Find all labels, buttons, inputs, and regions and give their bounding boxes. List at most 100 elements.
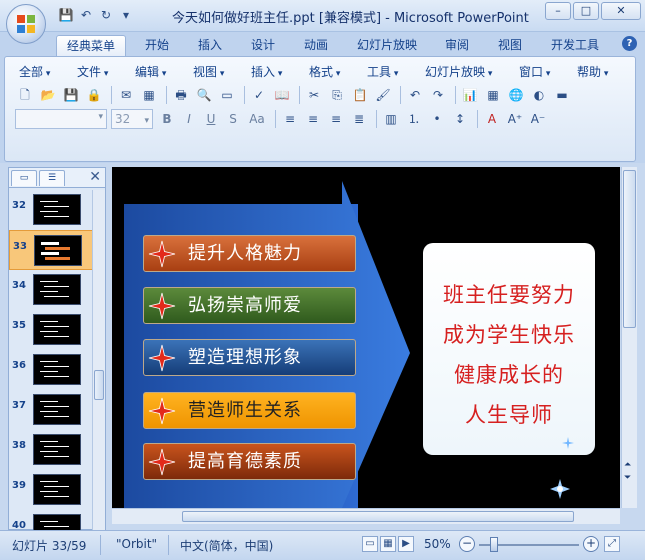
menu-all[interactable]: 全部 (19, 63, 50, 80)
maximize-button[interactable]: □ (573, 2, 599, 20)
slide-thumbnail[interactable]: 34 (9, 270, 93, 310)
tab-classic-menu[interactable]: 经典菜单 (56, 35, 126, 56)
numbering-icon[interactable]: ⒈ (404, 109, 424, 129)
normal-view-icon[interactable]: ▭ (217, 85, 237, 105)
permission-icon[interactable]: 🔒 (84, 85, 104, 105)
slide-item-5[interactable]: 提高育德素质 (143, 443, 356, 480)
decrease-font-icon[interactable]: A⁻ (528, 109, 548, 129)
line-spacing-icon[interactable]: ↕ (450, 109, 470, 129)
chart-icon[interactable]: 📊 (460, 85, 480, 105)
columns-icon[interactable]: ▥ (381, 109, 401, 129)
panel-scroll-thumb[interactable] (94, 370, 104, 400)
slides-tab-icon[interactable]: ▭ (11, 170, 37, 186)
italic-button[interactable]: I (179, 109, 199, 129)
tab-view[interactable]: 视图 (487, 35, 533, 56)
research-icon[interactable]: 📖 (272, 85, 292, 105)
help-icon[interactable]: ? (622, 36, 637, 51)
slide-item-2[interactable]: 弘扬崇高师爱 (143, 287, 356, 324)
menu-view[interactable]: 视图 (193, 63, 224, 80)
publish-icon[interactable]: ▦ (139, 85, 159, 105)
menu-edit[interactable]: 编辑 (135, 63, 166, 80)
panel-scrollbar[interactable] (92, 190, 105, 530)
align-right-icon[interactable]: ≡ (326, 109, 346, 129)
slide-vertical-scrollbar[interactable]: ⏶ ⏷ (621, 167, 637, 508)
paste-icon[interactable]: 📋 (350, 85, 370, 105)
previous-slide-icon[interactable]: ⏶ (624, 460, 631, 470)
redo-icon[interactable]: ↻ (98, 7, 114, 23)
close-button[interactable]: ✕ (601, 2, 641, 20)
print-icon[interactable]: 🖶 (171, 85, 191, 105)
save-icon[interactable]: 💾 (58, 7, 74, 23)
justify-icon[interactable]: ≣ (349, 109, 369, 129)
font-color-icon[interactable]: A (482, 109, 502, 129)
horizontal-scroll-thumb[interactable] (182, 511, 574, 522)
menu-slideshow[interactable]: 幻灯片放映 (425, 63, 492, 80)
office-button[interactable] (6, 4, 46, 44)
zoom-slider-thumb[interactable] (490, 537, 498, 552)
menu-tools[interactable]: 工具 (367, 63, 398, 80)
slide-sorter-button[interactable]: ▦ (380, 536, 396, 552)
zoom-level[interactable]: 50% (424, 537, 451, 551)
undo-icon[interactable]: ↶ (78, 7, 94, 23)
menu-insert[interactable]: 插入 (251, 63, 282, 80)
save-toolbar-icon[interactable]: 💾 (61, 85, 81, 105)
slide-thumbnail[interactable]: 38 (9, 430, 93, 470)
slide-thumbnail[interactable]: 39 (9, 470, 93, 510)
underline-button[interactable]: U (201, 109, 221, 129)
menu-format[interactable]: 格式 (309, 63, 340, 80)
panel-close-icon[interactable]: ✕ (89, 169, 101, 185)
slide-thumbnail[interactable]: 35 (9, 310, 93, 350)
outline-tab-icon[interactable]: ☰ (39, 170, 65, 186)
zoom-out-button[interactable]: − (459, 536, 475, 552)
shadow-button[interactable]: S (223, 109, 243, 129)
bold-button[interactable]: B (157, 109, 177, 129)
undo-toolbar-icon[interactable]: ↶ (405, 85, 425, 105)
slide-layout-icon[interactable]: ▬ (552, 85, 572, 105)
slide-thumbnail[interactable]: 37 (9, 390, 93, 430)
slide-thumbnail[interactable]: 32 (9, 190, 93, 230)
font-size-dropdown[interactable]: 32 (111, 109, 153, 130)
new-icon[interactable]: 🗋 (15, 85, 35, 105)
spelling-icon[interactable]: ✓ (249, 85, 269, 105)
next-slide-icon[interactable]: ⏷ (624, 473, 631, 483)
tab-review[interactable]: 审阅 (434, 35, 480, 56)
increase-font-icon[interactable]: A⁺ (505, 109, 525, 129)
slide-scroll-thumb[interactable] (623, 170, 636, 328)
menu-window[interactable]: 窗口 (519, 63, 550, 80)
cut-icon[interactable]: ✂ (304, 85, 324, 105)
slide-item-4[interactable]: 营造师生关系 (143, 392, 356, 429)
email-icon[interactable]: ✉ (116, 85, 136, 105)
align-center-icon[interactable]: ≡ (303, 109, 323, 129)
slide-item-1[interactable]: 提升人格魅力 (143, 235, 356, 272)
align-left-icon[interactable]: ≡ (280, 109, 300, 129)
open-icon[interactable]: 📂 (38, 85, 58, 105)
slide-item-3[interactable]: 塑造理想形象 (143, 339, 356, 376)
table-icon[interactable]: ▦ (483, 85, 503, 105)
normal-view-button[interactable]: ▭ (362, 536, 378, 552)
slideshow-button[interactable]: ▶ (398, 536, 414, 552)
zoom-in-button[interactable]: + (583, 536, 599, 552)
fit-to-window-button[interactable]: ⤢ (604, 536, 620, 552)
print-preview-icon[interactable]: 🔍 (194, 85, 214, 105)
tab-design[interactable]: 设计 (240, 35, 286, 56)
slide-canvas[interactable]: 提升人格魅力 弘扬崇高师爱 塑造理想形象 营造师生关系 提高育德素质 班主任要努… (112, 167, 620, 508)
change-case-button[interactable]: Aa (245, 109, 269, 129)
redo-toolbar-icon[interactable]: ↷ (428, 85, 448, 105)
customize-toolbar-icon[interactable]: ▾ (118, 7, 134, 23)
slide-thumbnail[interactable]: 33 (9, 230, 93, 270)
menu-file[interactable]: 文件 (77, 63, 108, 80)
font-name-dropdown[interactable] (15, 109, 107, 129)
tab-developer[interactable]: 开发工具 (542, 35, 608, 56)
copy-icon[interactable]: ⎘ (327, 85, 347, 105)
slide-horizontal-scrollbar[interactable] (112, 508, 620, 524)
minimize-button[interactable]: – (545, 2, 571, 20)
tab-slideshow[interactable]: 幻灯片放映 (348, 35, 426, 56)
tab-insert[interactable]: 插入 (187, 35, 233, 56)
menu-help[interactable]: 帮助 (577, 63, 608, 80)
color-grayscale-icon[interactable]: ◐ (529, 85, 549, 105)
hyperlink-icon[interactable]: 🌐 (506, 85, 526, 105)
tab-animation[interactable]: 动画 (293, 35, 339, 56)
bullets-icon[interactable]: • (427, 109, 447, 129)
language-indicator[interactable]: 中文(简体，中国) (180, 537, 273, 554)
tab-home[interactable]: 开始 (134, 35, 180, 56)
